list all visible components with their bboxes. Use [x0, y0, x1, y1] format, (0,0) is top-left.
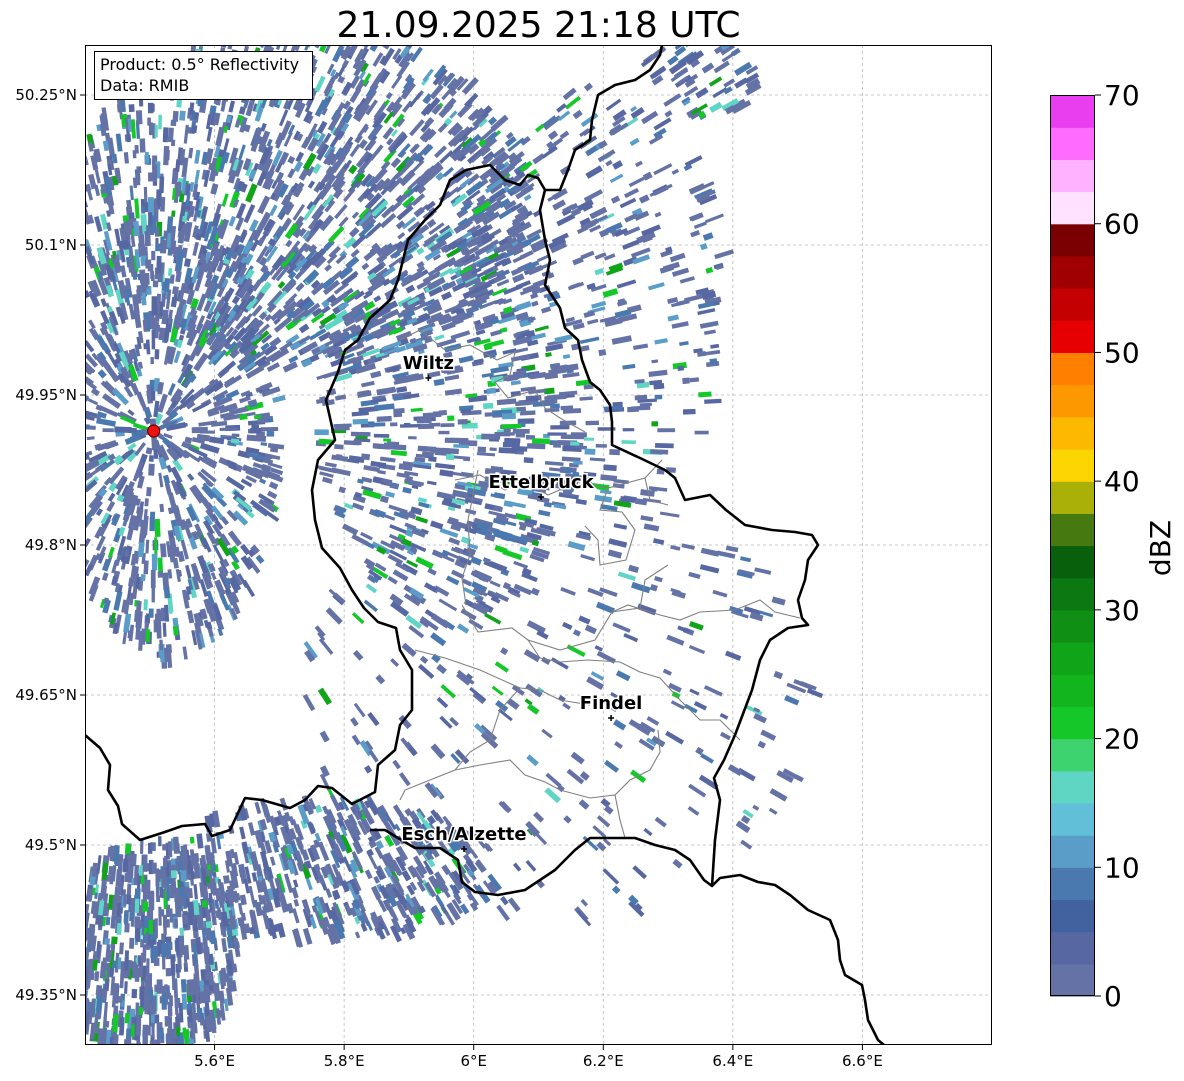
colorbar-segment — [1050, 255, 1095, 289]
colorbar-segment — [1050, 288, 1095, 321]
colorbar-segment — [1050, 609, 1095, 643]
colorbar-segment — [1050, 577, 1095, 611]
colorbar-label: dBZ — [1144, 520, 1177, 576]
colorbar-segment — [1050, 899, 1095, 933]
colorbar-tick-label: 70 — [1104, 79, 1140, 112]
colorbar-segment — [1050, 223, 1095, 257]
colorbar-segment — [1050, 931, 1095, 965]
colorbar-tick-label: 10 — [1104, 851, 1140, 884]
colorbar-segment — [1050, 191, 1095, 225]
colorbar-segment — [1050, 545, 1095, 579]
colorbar-segment — [1050, 513, 1095, 547]
colorbar-segment — [1050, 674, 1095, 707]
colorbar-segment — [1050, 963, 1095, 997]
colorbar-segment — [1050, 642, 1095, 675]
colorbar-segment — [1050, 320, 1095, 354]
colorbar-segment — [1050, 867, 1095, 901]
colorbar-tick-label: 20 — [1104, 723, 1140, 756]
colorbar-segment — [1050, 352, 1095, 386]
colorbar-segment — [1050, 95, 1095, 128]
colorbar-segment — [1050, 481, 1095, 514]
colorbar-segment — [1050, 802, 1095, 836]
colorbar-segment — [1050, 770, 1095, 804]
colorbar-segment — [1050, 127, 1095, 160]
colorbar-segment — [1050, 835, 1095, 868]
colorbar: 0 10 20 30 40 50 60 70 dBZ — [1050, 79, 1177, 1013]
colorbar-tick-label: 60 — [1104, 208, 1140, 241]
colorbar-tick-label: 30 — [1104, 594, 1140, 627]
colorbar-segment — [1050, 706, 1095, 740]
colorbar-tick-label: 50 — [1104, 336, 1140, 369]
colorbar-segment — [1050, 384, 1095, 418]
colorbar-segment — [1050, 738, 1095, 772]
colorbar-segment — [1050, 159, 1095, 193]
colorbar-tick-label: 40 — [1104, 465, 1140, 498]
colorbar-segment — [1050, 448, 1095, 482]
colorbar-tick-label: 0 — [1104, 980, 1122, 1013]
colorbar-segment — [1050, 416, 1095, 450]
